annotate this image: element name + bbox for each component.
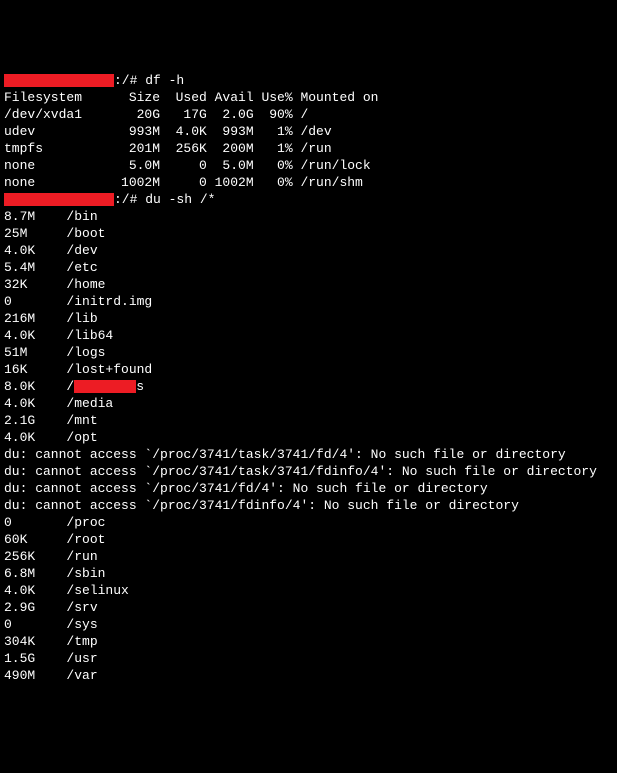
- command-text: df -h: [145, 73, 184, 88]
- terminal-output[interactable]: :/# df -hFilesystem Size Used Avail Use%…: [4, 72, 613, 684]
- du-row: 16K /lost+found: [4, 361, 613, 378]
- redacted-hostname: [4, 193, 114, 206]
- redacted-hostname: [4, 74, 114, 87]
- prompt-text: :/#: [114, 73, 145, 88]
- du-row: 0 /sys: [4, 616, 613, 633]
- du-row: 51M /logs: [4, 344, 613, 361]
- du-row: 4.0K /media: [4, 395, 613, 412]
- du-error: du: cannot access `/proc/3741/task/3741/…: [4, 446, 613, 463]
- du-error: du: cannot access `/proc/3741/fdinfo/4':…: [4, 497, 613, 514]
- du-row: 32K /home: [4, 276, 613, 293]
- du-row: 0 /initrd.img: [4, 293, 613, 310]
- df-header: Filesystem Size Used Avail Use% Mounted …: [4, 89, 613, 106]
- du-row: 2.9G /srv: [4, 599, 613, 616]
- du-row: 4.0K /opt: [4, 429, 613, 446]
- redacted-path: [74, 380, 136, 393]
- df-row: none 1002M 0 1002M 0% /run/shm: [4, 174, 613, 191]
- du-row: 4.0K /selinux: [4, 582, 613, 599]
- prompt-line: :/# df -h: [4, 72, 613, 89]
- prompt-text: :/#: [114, 192, 145, 207]
- du-row: 25M /boot: [4, 225, 613, 242]
- prompt-line: :/# du -sh /*: [4, 191, 613, 208]
- du-row: 8.7M /bin: [4, 208, 613, 225]
- du-row: 216M /lib: [4, 310, 613, 327]
- command-text: du -sh /*: [145, 192, 215, 207]
- du-row: 5.4M /etc: [4, 259, 613, 276]
- du-row: 1.5G /usr: [4, 650, 613, 667]
- du-row: 60K /root: [4, 531, 613, 548]
- du-row: 0 /proc: [4, 514, 613, 531]
- du-row: 4.0K /dev: [4, 242, 613, 259]
- df-row: none 5.0M 0 5.0M 0% /run/lock: [4, 157, 613, 174]
- du-row: 490M /var: [4, 667, 613, 684]
- du-row: 6.8M /sbin: [4, 565, 613, 582]
- du-row: 4.0K /lib64: [4, 327, 613, 344]
- du-error: du: cannot access `/proc/3741/task/3741/…: [4, 463, 613, 480]
- du-row: 8.0K / s: [4, 378, 613, 395]
- du-row: 2.1G /mnt: [4, 412, 613, 429]
- df-row: /dev/xvda1 20G 17G 2.0G 90% /: [4, 106, 613, 123]
- du-error: du: cannot access `/proc/3741/fd/4': No …: [4, 480, 613, 497]
- df-row: tmpfs 201M 256K 200M 1% /run: [4, 140, 613, 157]
- du-row: 304K /tmp: [4, 633, 613, 650]
- du-row: 256K /run: [4, 548, 613, 565]
- df-row: udev 993M 4.0K 993M 1% /dev: [4, 123, 613, 140]
